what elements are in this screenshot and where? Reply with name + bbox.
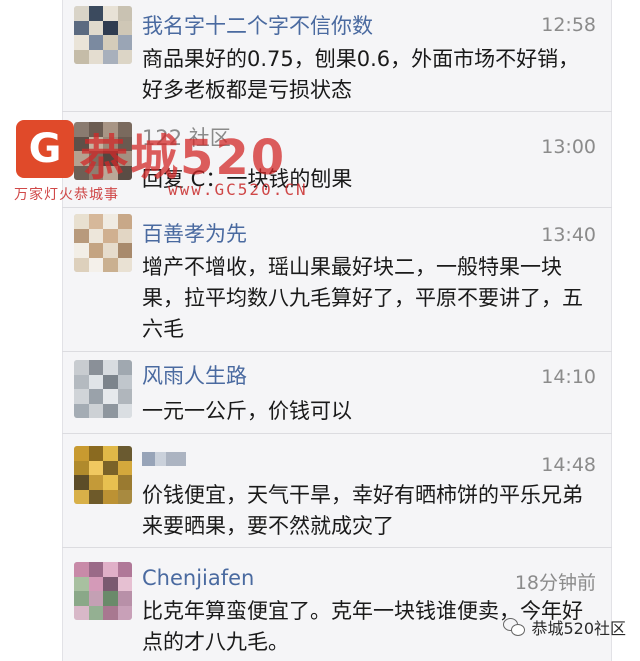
watermark-source: 恭城520社区: [503, 615, 626, 639]
commenter-name[interactable]: Chenjiafen: [142, 566, 254, 590]
watermark-title: 恭城520: [80, 130, 287, 186]
commenter-name-redacted: [142, 452, 186, 466]
avatar[interactable]: [74, 562, 132, 620]
avatar[interactable]: [74, 360, 132, 418]
comment-time: 13:40: [541, 224, 596, 246]
comment-time: 12:58: [541, 14, 596, 36]
wechat-icon: [503, 618, 526, 636]
avatar[interactable]: [74, 6, 132, 64]
watermark-url: www.GC520.CN: [168, 180, 308, 199]
comment-time: 18分钟前: [514, 572, 596, 594]
watermark-logo-letter: G: [28, 126, 62, 172]
avatar[interactable]: [74, 446, 132, 504]
comment-time: 14:48: [541, 454, 596, 476]
commenter-name[interactable]: 我名字十二个字不信你数: [142, 10, 373, 40]
comment-item: 风雨人生路 14:10 一元一公斤，价钱可以: [62, 352, 612, 434]
comment-text: 增产不增收，瑶山果最好块二，一般特果一块果，拉平均数八九毛算好了，平原不要讲了，…: [142, 255, 583, 341]
watermark-slogan: 万家灯火恭城事: [14, 187, 119, 203]
watermark-logo: G: [16, 120, 74, 178]
comment-text: 价钱便宜，天气干旱，幸好有晒柿饼的平乐兄弟来要晒果，要不然就成灾了: [142, 483, 583, 538]
comment-text: 商品果好的0.75，刨果0.6，外面市场不好销，好多老板都是亏损状态: [142, 47, 580, 102]
avatar[interactable]: [74, 214, 132, 272]
comment-item: 我名字十二个字不信你数 12:58 商品果好的0.75，刨果0.6，外面市场不好…: [62, 0, 612, 112]
watermark-source-text: 恭城520社区: [531, 619, 626, 638]
comment-item: Chenjiafen 18分钟前 比克年算蛮便宜了。克年一块钱谁便卖，今年好点的…: [62, 548, 612, 661]
comment-time: 14:10: [541, 366, 596, 388]
commenter-name[interactable]: 风雨人生路: [142, 360, 247, 390]
comment-time: 13:00: [541, 136, 596, 158]
comment-item: 百善孝为先 13:40 增产不增收，瑶山果最好块二，一般特果一块果，拉平均数八九…: [62, 208, 612, 352]
commenter-name[interactable]: 百善孝为先: [142, 218, 247, 248]
comment-text: 一元一公斤，价钱可以: [142, 399, 352, 423]
comment-item: 14:48 价钱便宜，天气干旱，幸好有晒柿饼的平乐兄弟来要晒果，要不然就成灾了: [62, 434, 612, 548]
